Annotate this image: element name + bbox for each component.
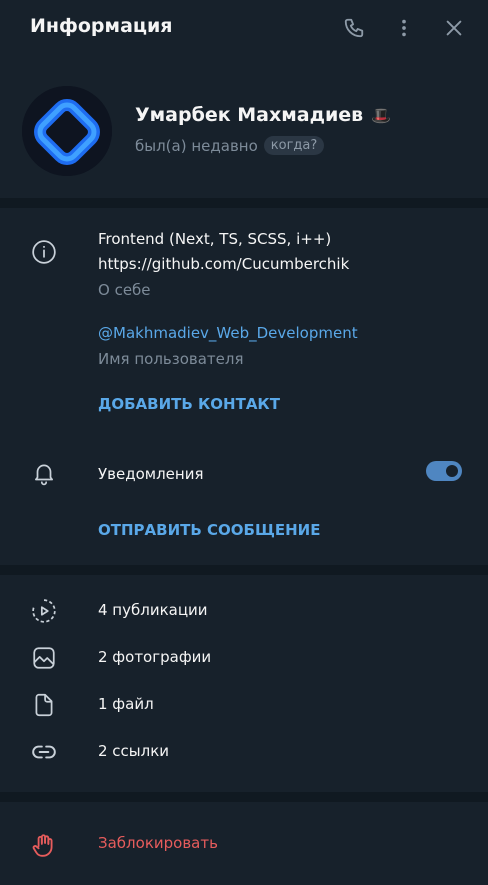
- username-caption: Имя пользователя: [98, 350, 244, 368]
- media-row-files[interactable]: 1 файл: [0, 682, 488, 729]
- link-icon: [30, 738, 58, 766]
- profile-name-row: Умарбек Махмадиев 🎩: [135, 104, 391, 126]
- section-divider: [0, 198, 488, 208]
- last-seen-status: был(а) недавно: [135, 136, 258, 155]
- send-message-button[interactable]: ОТПРАВИТЬ СООБЩЕНИЕ: [98, 521, 320, 539]
- section-divider: [0, 792, 488, 802]
- toggle-knob: [446, 465, 458, 477]
- media-row-stories[interactable]: 4 публикации: [0, 588, 488, 635]
- bio-caption: О себе: [98, 281, 151, 299]
- media-row-photos[interactable]: 2 фотографии: [0, 635, 488, 682]
- header: Информация: [0, 0, 488, 56]
- photo-icon: [30, 644, 58, 672]
- profile-section: Умарбек Махмадиев 🎩 был(а) недавно когда…: [0, 56, 488, 196]
- add-contact-button[interactable]: ДОБАВИТЬ КОНТАКТ: [98, 395, 280, 413]
- section-divider: [0, 565, 488, 575]
- close-button[interactable]: [440, 14, 468, 42]
- bio-github-link[interactable]: https://github.com/Cucumberchik: [98, 255, 349, 273]
- close-icon: [443, 17, 465, 39]
- hat-badge: 🎩: [371, 105, 392, 125]
- file-icon: [30, 691, 58, 719]
- notifications-label: Уведомления: [98, 465, 204, 483]
- notifications-toggle[interactable]: [426, 461, 462, 481]
- when-button[interactable]: когда?: [263, 136, 325, 155]
- phone-icon: [343, 17, 365, 39]
- bio-text: Frontend (Next, TS, SCSS, i++): [98, 230, 332, 248]
- info-icon: [30, 238, 58, 266]
- media-row-label: 1 файл: [98, 695, 154, 713]
- panel-title: Информация: [30, 15, 173, 37]
- media-row-label: 4 публикации: [98, 601, 208, 619]
- block-user-button[interactable]: Заблокировать: [0, 820, 488, 868]
- username-link[interactable]: @Makhmadiev_Web_Development: [98, 324, 358, 342]
- stories-icon: [30, 597, 58, 625]
- call-button[interactable]: [340, 14, 368, 42]
- media-row-label: 2 ссылки: [98, 742, 170, 760]
- media-row-links[interactable]: 2 ссылки: [0, 729, 488, 776]
- media-row-label: 2 фотографии: [98, 648, 212, 666]
- bell-icon: [30, 459, 58, 487]
- block-label: Заблокировать: [98, 834, 218, 852]
- more-button[interactable]: [390, 14, 418, 42]
- avatar[interactable]: [22, 86, 112, 176]
- more-vertical-icon: [393, 17, 415, 39]
- stop-hand-icon: [30, 831, 58, 859]
- profile-status-row: был(а) недавно когда?: [135, 136, 325, 155]
- profile-name: Умарбек Махмадиев: [135, 104, 364, 126]
